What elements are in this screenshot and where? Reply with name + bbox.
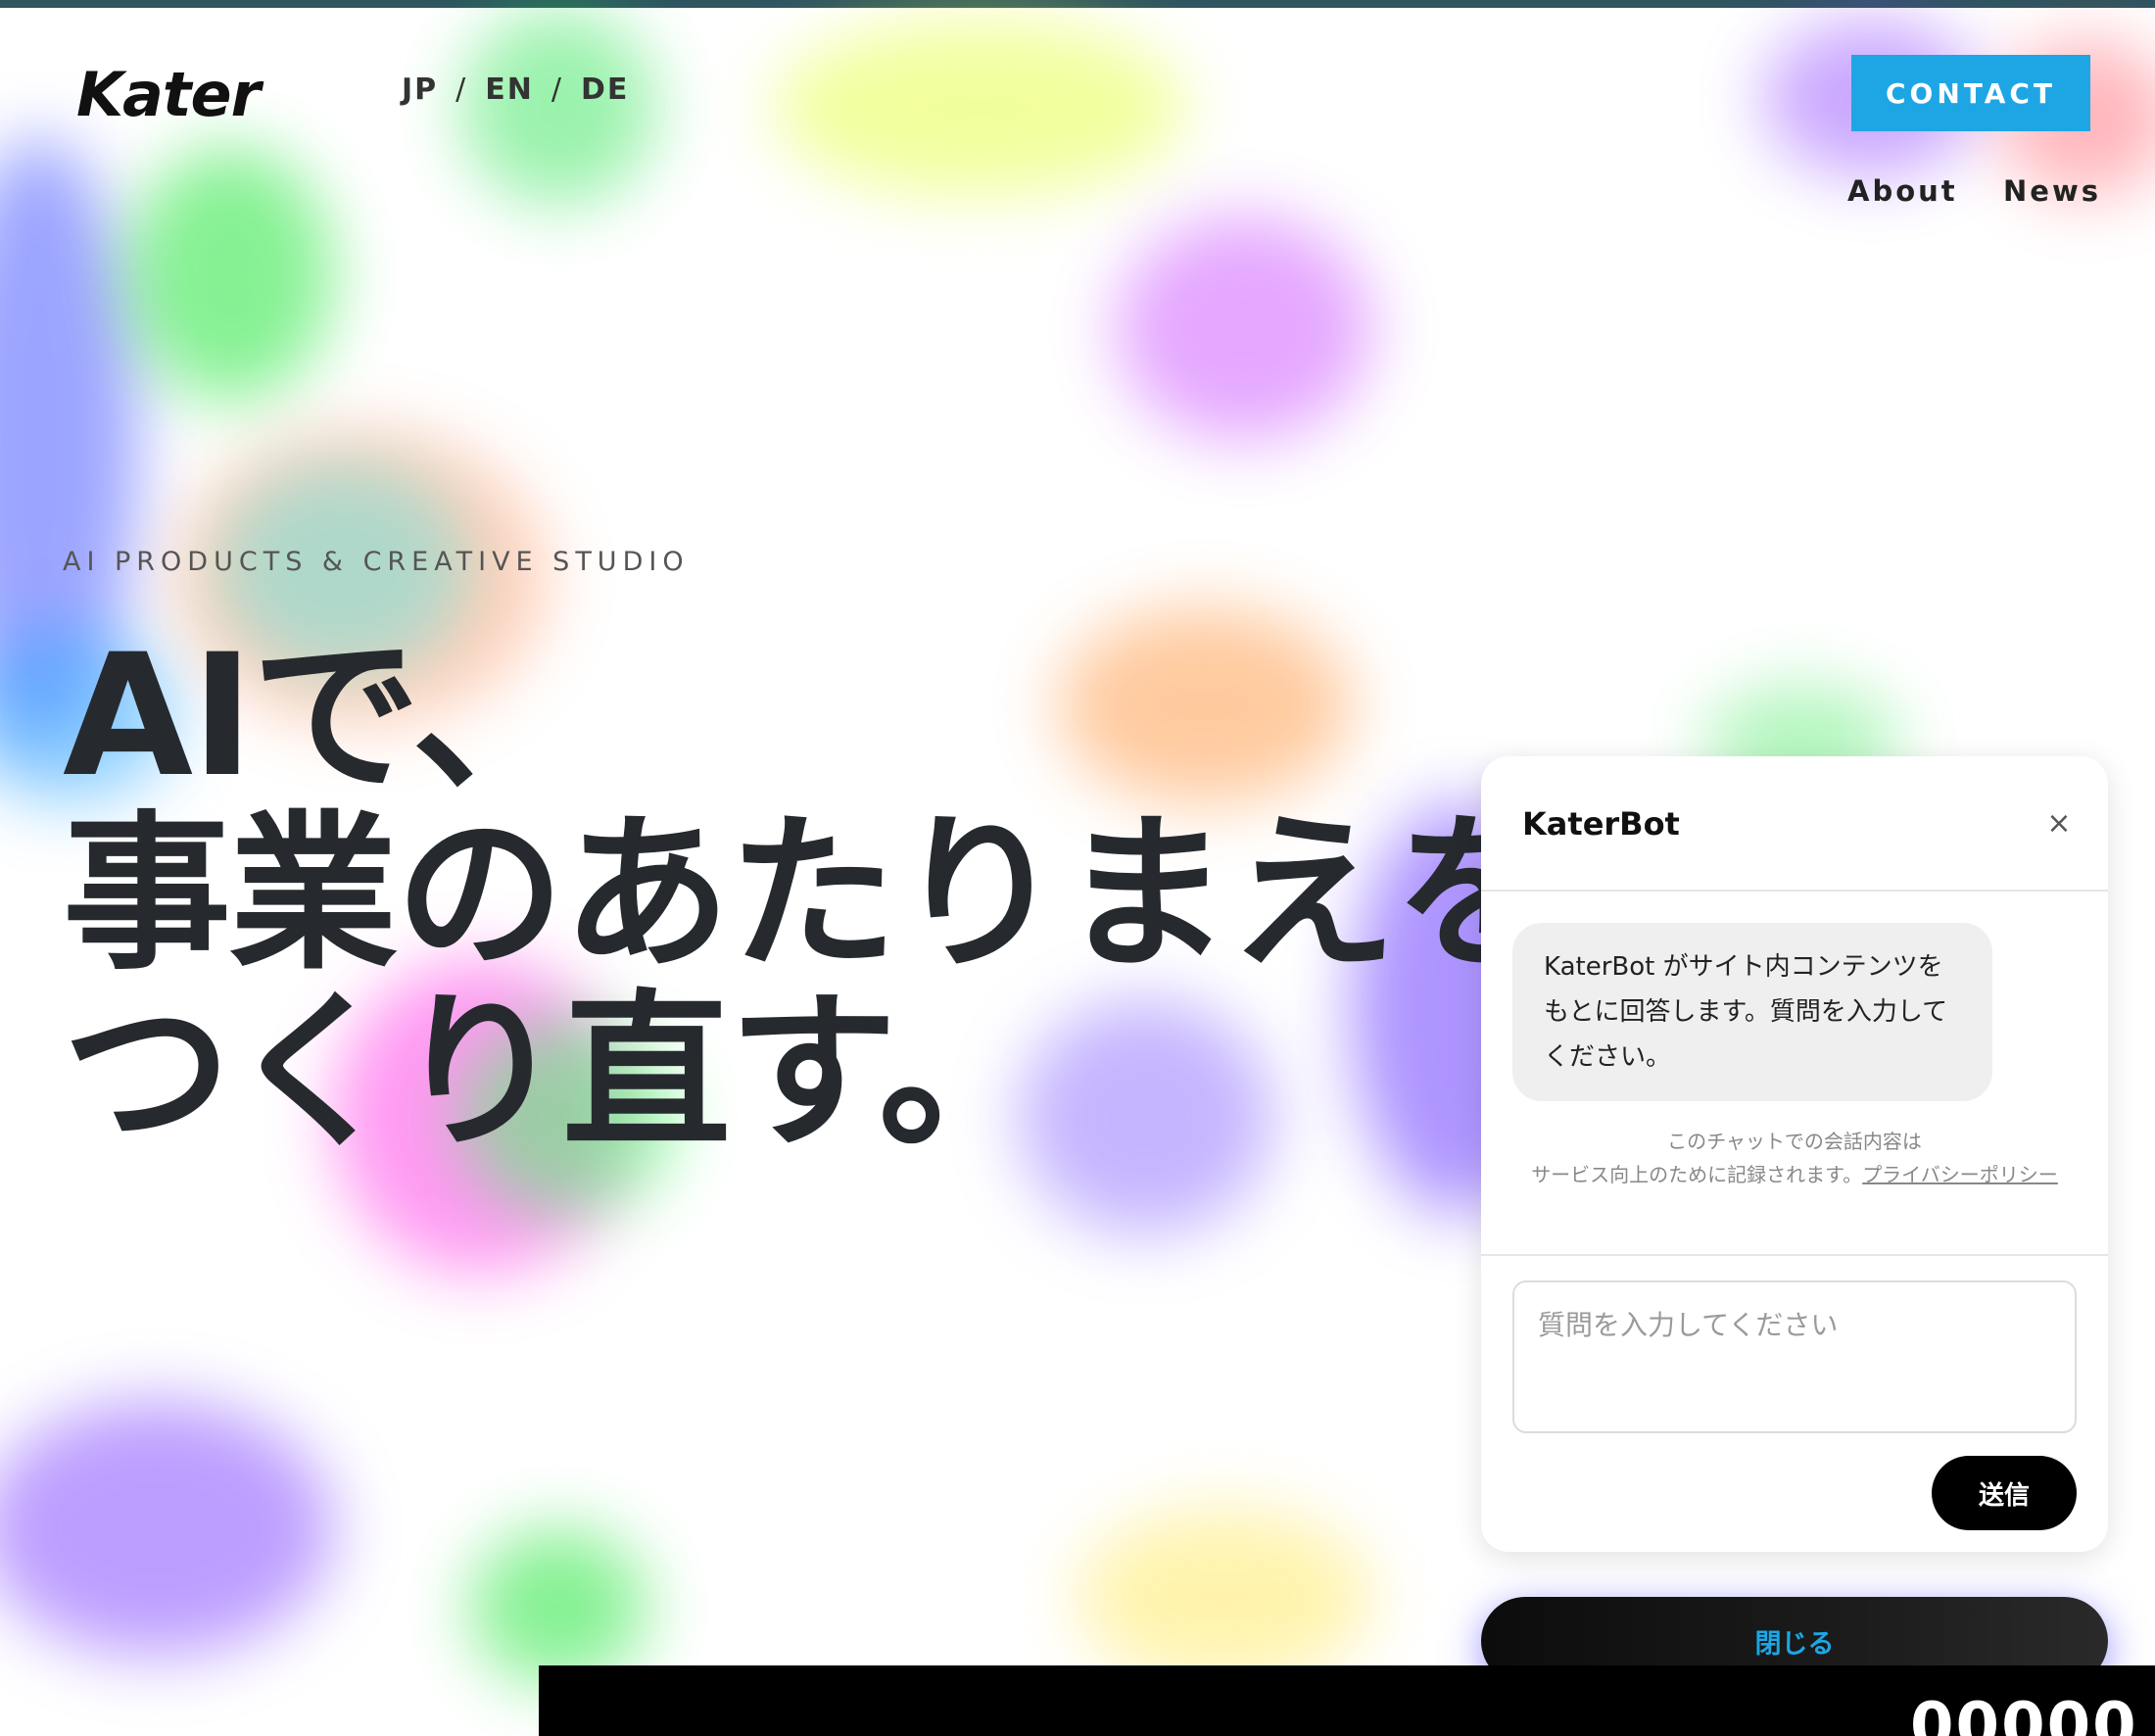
contact-button[interactable]: CONTACT	[1851, 55, 2090, 131]
privacy-policy-link[interactable]: プライバシーポリシー	[1862, 1163, 2058, 1186]
lang-jp[interactable]: JP	[402, 72, 438, 107]
bot-message: KaterBot がサイト内コンテンツをもとに回答します。質問を入力してください…	[1512, 923, 1992, 1101]
notice-line-2-text: サービス向上のために記録されます。	[1531, 1163, 1863, 1186]
nav-news[interactable]: News	[2003, 174, 2101, 208]
footer-digits: 00000	[1910, 1690, 2138, 1736]
chat-header: KaterBot ×	[1481, 756, 2108, 892]
fluid-blob	[1117, 216, 1371, 441]
fluid-blob	[127, 147, 333, 402]
kater-logo[interactable]: Kater	[76, 59, 261, 130]
top-strip	[0, 0, 2155, 8]
language-switcher: JP / EN / DE	[402, 72, 629, 107]
notice-line-1: このチャットでの会話内容は	[1667, 1130, 1922, 1153]
fluid-blob	[1078, 1509, 1371, 1685]
lang-separator: /	[455, 72, 468, 107]
chat-panel: KaterBot × KaterBot がサイト内コンテンツをもとに回答します。…	[1481, 756, 2108, 1552]
chat-title: KaterBot	[1522, 805, 1680, 843]
lang-separator: /	[551, 72, 563, 107]
send-button[interactable]: 送信	[1932, 1456, 2077, 1530]
lang-de[interactable]: DE	[581, 72, 629, 107]
close-icon[interactable]: ×	[2035, 799, 2083, 846]
fluid-blob	[0, 1401, 333, 1656]
chat-divider	[1481, 1254, 2108, 1256]
page-root: Kater JP / EN / DE CONTACT About News AI PRO…	[0, 0, 2155, 1736]
privacy-notice: このチャットでの会話内容は サービス向上のために記録されます。プライバシーポリシ…	[1520, 1125, 2069, 1191]
question-input[interactable]	[1512, 1280, 2077, 1433]
notice-line-2: サービス向上のために記録されます。プライバシーポリシー	[1520, 1158, 2069, 1191]
hero-tagline: AI PRODUCTS & CREATIVE STUDIO	[63, 547, 690, 577]
fluid-blob	[470, 1528, 646, 1685]
fluid-blob	[460, 10, 656, 206]
fluid-blob	[774, 20, 1185, 196]
lang-en[interactable]: EN	[485, 72, 534, 107]
nav-about[interactable]: About	[1847, 174, 1958, 208]
